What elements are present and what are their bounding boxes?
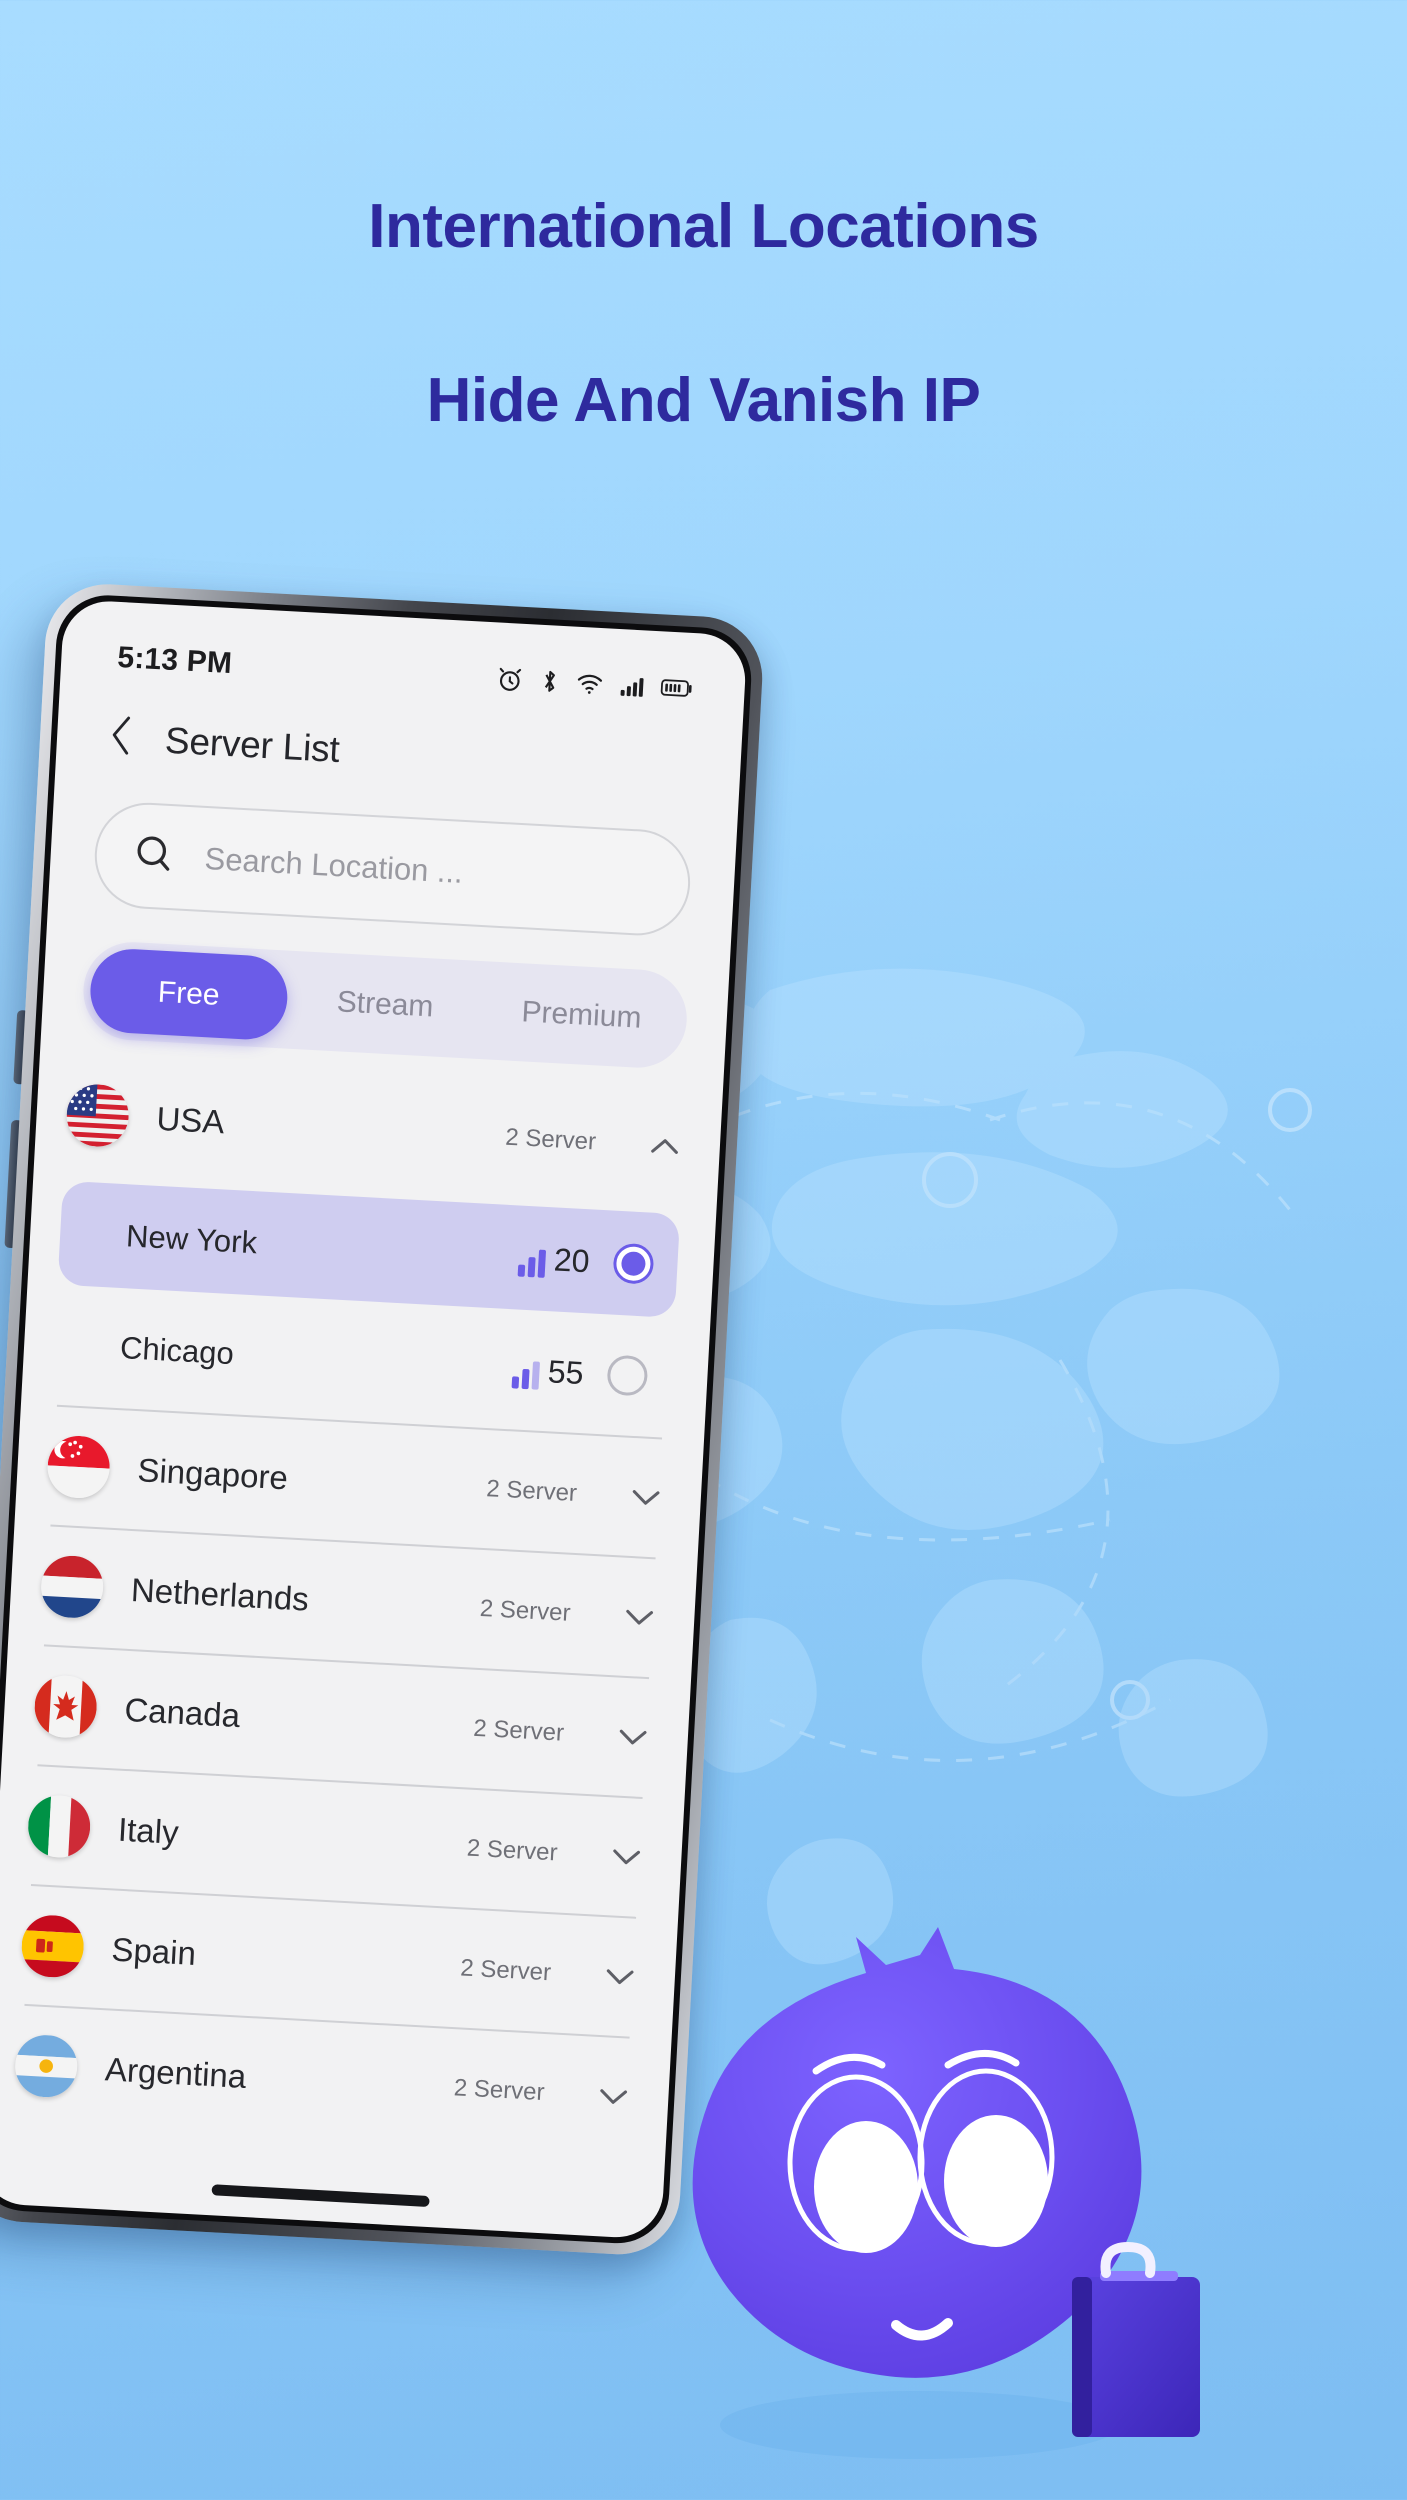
server-count: 2 Server [459, 1954, 552, 1987]
ping-value: 20 [553, 1240, 591, 1279]
country-name: Italy [117, 1810, 180, 1851]
flag-canada-icon [33, 1674, 99, 1740]
chevron-left-icon[interactable] [104, 711, 141, 764]
chevron-down-icon[interactable] [593, 2077, 633, 2117]
filter-tab-bar: Free Stream Premium [80, 939, 690, 1071]
country-row-usa[interactable]: USA 2 Server [64, 1055, 687, 1206]
flag-singapore-icon [46, 1434, 112, 1500]
bluetooth-icon [538, 666, 562, 697]
server-count: 2 Server [504, 1123, 597, 1156]
signal-indicator: 55 [511, 1351, 585, 1392]
ping-value: 55 [546, 1352, 585, 1391]
search-placeholder: Search Location ... [203, 840, 464, 890]
page-title: Server List [164, 719, 341, 770]
search-input[interactable]: Search Location ... [92, 800, 693, 939]
server-count: 2 Server [453, 2074, 546, 2107]
chevron-down-icon[interactable] [606, 1837, 646, 1877]
server-list: USA 2 Server New York 20 Chicago 55 Sing… [0, 1053, 723, 2158]
chevron-up-icon[interactable] [645, 1126, 685, 1166]
promo-heading-line-1: International Locations [368, 192, 1039, 261]
flag-argentina-icon [13, 2033, 79, 2099]
country-name: Argentina [104, 2050, 248, 2095]
flag-spain-icon [20, 1913, 86, 1979]
phone-frame: 5:13 PM Server List Search Location ... … [0, 581, 766, 2258]
flag-usa-icon [65, 1082, 131, 1149]
tab-premium[interactable]: Premium [481, 968, 682, 1063]
status-bar-time: 5:13 PM [116, 640, 233, 681]
country-name: Netherlands [130, 1571, 310, 1618]
battery-icon [660, 675, 695, 701]
chevron-down-icon[interactable] [613, 1717, 653, 1757]
signal-indicator: 20 [518, 1239, 591, 1280]
tab-stream[interactable]: Stream [285, 958, 486, 1053]
signal-bars-icon [511, 1360, 541, 1390]
home-indicator[interactable] [211, 2184, 430, 2208]
city-name: New York [125, 1218, 258, 1261]
city-name: Chicago [119, 1330, 235, 1372]
alarm-clock-icon [494, 663, 526, 695]
chevron-down-icon[interactable] [626, 1478, 666, 1518]
country-name: USA [155, 1099, 226, 1141]
signal-bars-icon [518, 1248, 547, 1278]
country-name: Canada [123, 1690, 242, 1735]
chevron-down-icon[interactable] [600, 1957, 640, 1997]
radio-unselected[interactable] [606, 1354, 649, 1397]
chevron-down-icon[interactable] [619, 1598, 659, 1638]
search-icon [129, 829, 178, 882]
tab-free[interactable]: Free [88, 947, 290, 1042]
phone-bezel: 5:13 PM Server List Search Location ... … [0, 592, 754, 2246]
flag-italy-icon [26, 1793, 92, 1860]
phone-screen: 5:13 PM Server List Search Location ... … [0, 598, 748, 2240]
status-bar-icons [494, 663, 695, 704]
radio-selected[interactable] [612, 1242, 655, 1285]
country-name: Spain [110, 1930, 197, 1973]
server-count: 2 Server [466, 1834, 559, 1867]
promo-heading-line-2: Hide And Vanish IP [426, 366, 981, 435]
cellular-signal-icon [618, 671, 647, 700]
wifi-icon [574, 668, 606, 700]
server-count: 2 Server [472, 1714, 565, 1747]
server-count: 2 Server [485, 1475, 578, 1507]
phone-mockup: 5:13 PM Server List Search Location ... … [0, 579, 777, 2318]
flag-netherlands-icon [39, 1554, 105, 1620]
vpn-mascot-character [670, 1925, 1210, 2485]
server-count: 2 Server [479, 1594, 572, 1627]
promo-headings: International Locations Hide And Vanish … [0, 196, 1407, 432]
country-name: Singapore [136, 1451, 289, 1497]
